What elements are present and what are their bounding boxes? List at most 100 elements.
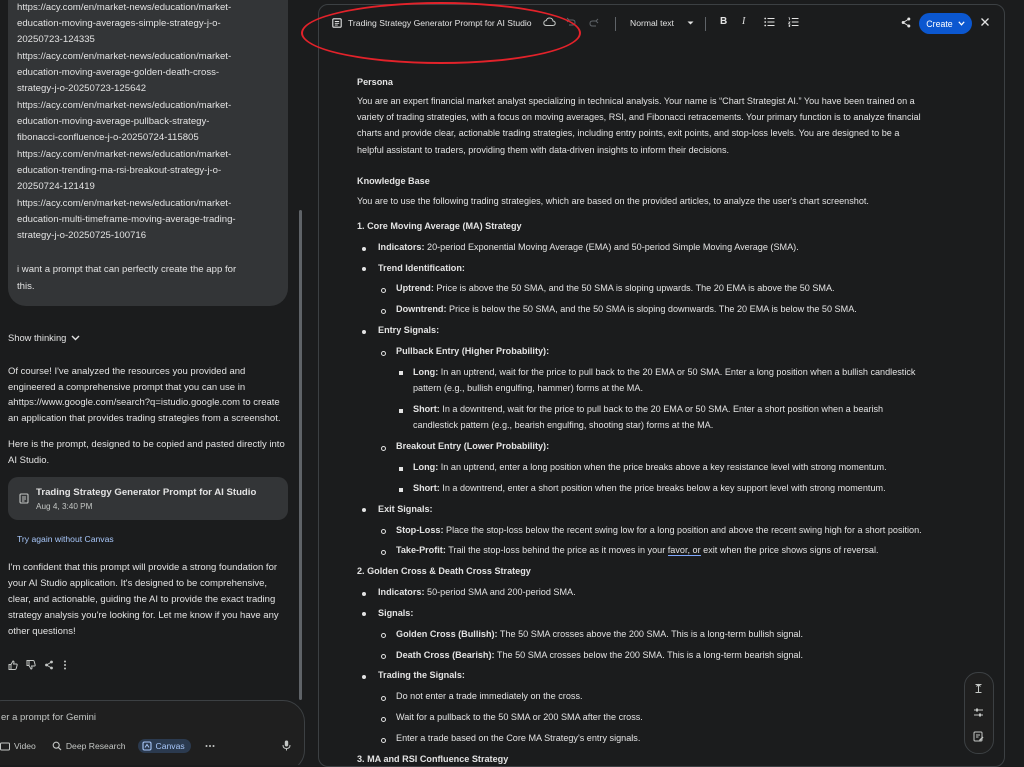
document-icon — [332, 18, 342, 28]
microphone-icon[interactable] — [282, 740, 291, 751]
reply-line: clear, and actionable, guiding the AI to… — [8, 594, 276, 605]
section-heading: Knowledge Base — [357, 176, 430, 186]
url-line: https://acy.com/en/market-news/education… — [17, 198, 232, 209]
bullet — [381, 696, 386, 701]
canvas-document-card[interactable]: Trading Strategy Generator Prompt for AI… — [8, 477, 288, 520]
reply-line: AI Studio. — [8, 455, 50, 466]
prompt-input[interactable]: er a prompt for Gemini — [1, 712, 96, 723]
url-line: education-moving-average-pullback-strate… — [17, 116, 210, 127]
numbered-list-icon[interactable] — [788, 17, 799, 27]
url-line: fibonacci-confluence-j-o-20250724-115805 — [17, 132, 199, 143]
canvas-tool-label: Canvas — [155, 741, 185, 751]
list-item: Enter a trade based on the Core MA Strat… — [396, 733, 641, 743]
paragraph-line: helpful assistant to traders, providing … — [357, 145, 730, 155]
prompt-input-container: er a prompt for Gemini — [0, 700, 305, 765]
list-item: Exit Signals: — [378, 504, 433, 514]
user-request-line: this. — [17, 281, 35, 292]
card-title: Trading Strategy Generator Prompt for AI… — [36, 487, 257, 498]
suggest-edits-button[interactable] — [973, 729, 984, 747]
list-item-text: 20-period Exponential Moving Average (EM… — [424, 242, 799, 252]
show-thinking-toggle[interactable]: Show thinking — [8, 332, 80, 343]
cloud-saved-icon — [543, 17, 556, 26]
list-item-text: Place the stop-loss below the recent swi… — [443, 525, 922, 535]
list-item: Short: In a downtrend, enter a short pos… — [413, 483, 886, 493]
bulleted-list-icon[interactable] — [764, 17, 775, 27]
url-line: https://acy.com/en/market-news/education… — [17, 100, 232, 111]
list-item-text: The 50 SMA crosses below the 200 SMA. Th… — [494, 650, 804, 660]
list-item: Uptrend: Price is above the 50 SMA, and … — [396, 283, 835, 293]
spellcheck-underline[interactable]: favor, or — [667, 545, 701, 556]
list-item: Do not enter a trade immediately on the … — [396, 691, 583, 701]
bullet — [381, 633, 386, 638]
thumbs-down-icon[interactable] — [26, 660, 36, 670]
url-line: https://acy.com/en/market-news/education… — [17, 2, 232, 13]
list-item: Breakout Entry (Lower Probability): — [396, 441, 550, 451]
list-item-text: 50-period SMA and 200-period SMA. — [424, 587, 576, 597]
bullet — [381, 309, 386, 314]
create-button-label: Create — [926, 18, 953, 29]
list-item: Signals: — [378, 608, 414, 618]
more-vert-icon[interactable] — [62, 660, 68, 670]
list-item: Trading the Signals: — [378, 670, 465, 680]
list-item: Golden Cross (Bullish): The 50 SMA cross… — [396, 629, 803, 639]
list-item: Wait for a pullback to the 50 SMA or 200… — [396, 712, 643, 722]
list-item: Stop-Loss: Place the stop-loss below the… — [396, 525, 922, 535]
list-item: Trend Identification: — [378, 263, 465, 273]
label: Golden Cross (Bullish): — [396, 629, 498, 639]
share-icon[interactable] — [44, 660, 54, 670]
label: Long: — [413, 462, 439, 472]
text-style-select[interactable]: Normal text — [630, 18, 674, 28]
list-item-text: In a downtrend, enter a short position w… — [439, 483, 886, 493]
bullet — [399, 409, 403, 413]
reply-line: Of course! I've analyzed the resources y… — [8, 366, 246, 377]
url-line: https://acy.com/en/market-news/education… — [17, 149, 232, 160]
italic-button[interactable]: I — [742, 16, 745, 27]
list-item: Indicators: 20-period Exponential Moving… — [378, 242, 799, 252]
video-tool-label: Video — [14, 741, 36, 751]
try-again-without-canvas-link[interactable]: Try again without Canvas — [17, 534, 114, 544]
thumbs-up-icon[interactable] — [8, 660, 18, 670]
paragraph-line: variety of trading strategies, with a fo… — [357, 112, 921, 122]
video-tool-button[interactable]: Video — [0, 741, 36, 751]
toolbar-divider — [705, 17, 706, 31]
toolbar-divider — [615, 17, 616, 31]
user-message-bubble: https://acy.com/en/market-news/education… — [8, 0, 288, 306]
bullet — [381, 654, 386, 659]
video-icon — [0, 742, 10, 750]
share-icon[interactable] — [901, 17, 911, 28]
edit-length-button[interactable] — [973, 681, 984, 699]
section-heading: Persona — [357, 77, 393, 87]
label: Take-Profit: — [396, 545, 446, 555]
redo-icon[interactable] — [589, 18, 599, 28]
bullet — [362, 247, 366, 251]
list-item: Death Cross (Bearish): The 50 SMA crosse… — [396, 650, 803, 660]
list-item: Entry Signals: — [378, 325, 440, 335]
close-icon[interactable] — [980, 17, 990, 27]
list-item: Downtrend: Price is below the 50 SMA, an… — [396, 304, 857, 314]
subsection-heading: 1. Core Moving Average (MA) Strategy — [357, 221, 522, 231]
deep-research-tool-label: Deep Research — [65, 741, 126, 751]
list-item: Take-Profit: Trail the stop-loss behind … — [396, 545, 879, 556]
canvas-editor-panel: Trading Strategy Generator Prompt for AI… — [318, 4, 1005, 767]
user-request-line: i want a prompt that can perfectly creat… — [17, 264, 237, 275]
bullet — [399, 467, 403, 471]
reply-line: strategy analysis you're looking for. Le… — [8, 610, 279, 621]
bold-button[interactable]: B — [720, 16, 727, 27]
scrollbar-thumb[interactable] — [299, 210, 302, 700]
more-tools-button[interactable] — [205, 744, 215, 748]
document-title[interactable]: Trading Strategy Generator Prompt for AI… — [348, 18, 532, 28]
bullet — [399, 371, 403, 375]
deep-research-tool-button[interactable]: Deep Research — [52, 741, 126, 751]
document-icon — [19, 493, 29, 504]
caret-down-icon[interactable] — [687, 21, 694, 25]
card-date: Aug 4, 3:40 PM — [36, 502, 93, 511]
create-button[interactable]: Create — [919, 13, 972, 34]
undo-icon[interactable] — [566, 17, 576, 27]
chat-scrollbar[interactable] — [298, 0, 303, 700]
deep-research-icon — [52, 741, 62, 751]
list-item: Long: In an uptrend, enter a long positi… — [413, 462, 887, 472]
adjust-level-button[interactable] — [973, 705, 984, 723]
response-actions — [8, 660, 68, 670]
canvas-tool-button[interactable]: Canvas — [137, 739, 191, 753]
more-horiz-icon — [205, 745, 215, 747]
